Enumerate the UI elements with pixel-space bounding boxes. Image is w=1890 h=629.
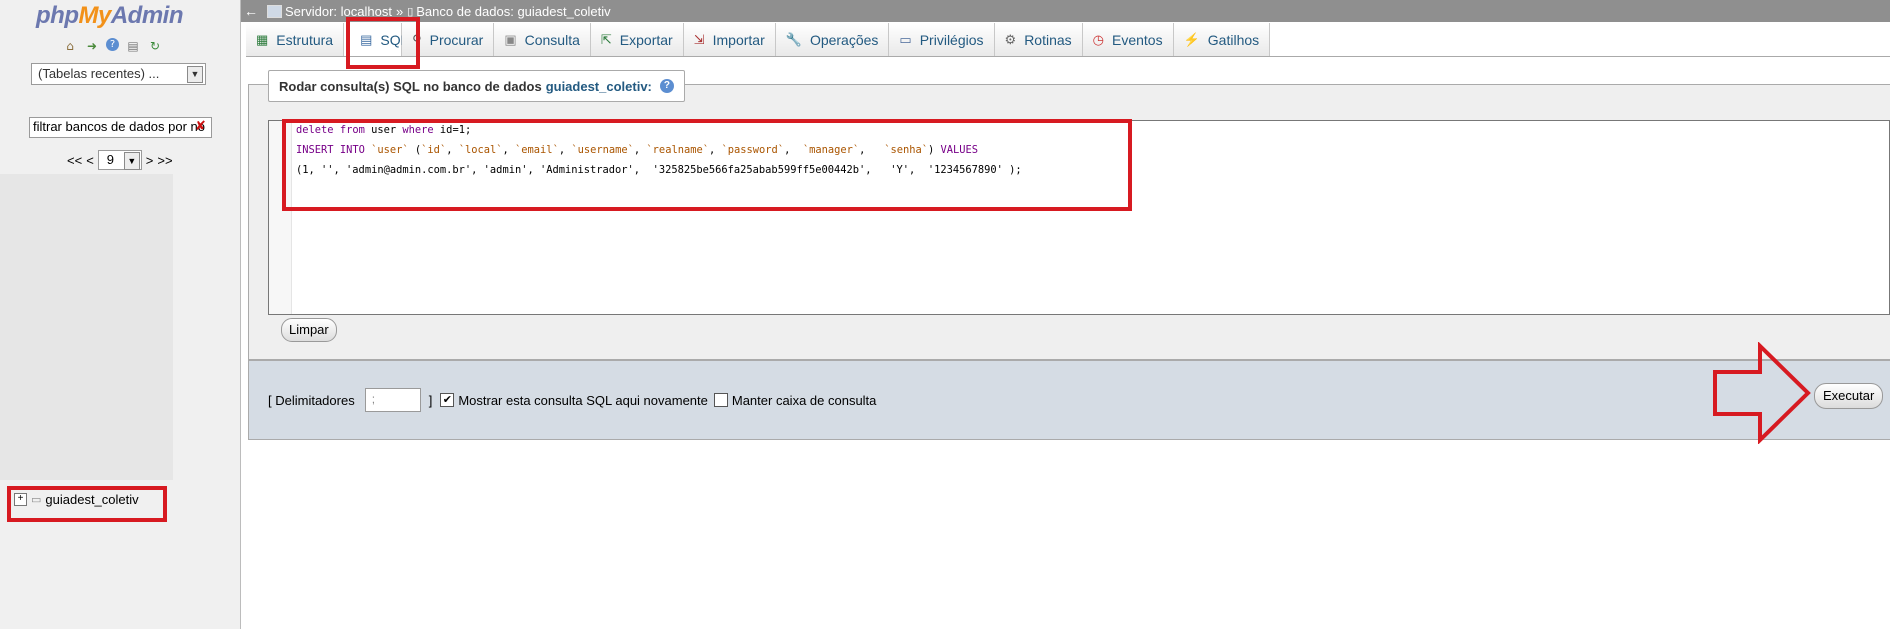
collapse-arrow-icon[interactable]: ← <box>241 3 261 19</box>
tab-operacoes[interactable]: 🔧 Operações <box>775 23 890 57</box>
recent-tables-select[interactable]: (Tabelas recentes) ... ▼ <box>31 63 206 85</box>
query-icon: ▣ <box>504 32 517 47</box>
navigation-panel: phpMyAdmin ⌂ ➜ ? ▤ ↻ (Tabelas recentes) … <box>0 0 241 629</box>
home-icon[interactable]: ⌂ <box>62 38 78 54</box>
pager-page-select[interactable]: 9 ▼ <box>97 150 142 170</box>
tab-consulta[interactable]: ▣ Consulta <box>494 23 591 57</box>
clear-button[interactable]: Limpar <box>281 318 337 342</box>
highlight-box-sql-code <box>282 119 1132 211</box>
help-icon[interactable]: ? <box>659 79 674 93</box>
highlight-box-database <box>7 486 167 522</box>
tab-importar[interactable]: ⇲ Importar <box>683 23 776 57</box>
pager-last[interactable]: >> <box>157 153 172 168</box>
clear-filter-icon[interactable]: ✘ <box>195 119 206 134</box>
show-again-label[interactable]: Mostrar esta consulta SQL aqui novamente <box>458 393 708 408</box>
tab-estrutura[interactable]: ▦ Estrutura <box>246 23 345 57</box>
execute-button[interactable]: Executar <box>1814 383 1884 409</box>
nav-icon-bar: ⌂ ➜ ? ▤ ↻ <box>62 38 163 54</box>
pager-prev[interactable]: < <box>86 153 94 168</box>
phpmyadmin-logo[interactable]: phpMyAdmin <box>36 2 184 30</box>
tab-bar-divider <box>246 56 1890 57</box>
highlight-box-sql-tab <box>346 17 420 69</box>
docs-icon[interactable]: ▤ <box>125 38 141 54</box>
clock-icon: ◷ <box>1092 32 1104 47</box>
legend-database: guiadest_coletiv: <box>545 78 652 94</box>
export-icon: ⇱ <box>600 32 612 47</box>
chevron-down-icon[interactable]: ▼ <box>187 66 203 83</box>
routines-icon: ⚙ <box>1004 32 1017 47</box>
tab-gatilhos[interactable]: ⚡ Gatilhos <box>1173 23 1271 57</box>
sql-options: [ Delimitadores ; ] ✔ Mostrar esta consu… <box>268 388 876 412</box>
database-tree-area <box>0 174 173 480</box>
sql-query-legend: Rodar consulta(s) SQL no banco de dados … <box>268 70 685 102</box>
pager-next[interactable]: > <box>146 153 154 168</box>
tab-eventos[interactable]: ◷ Eventos <box>1082 23 1174 57</box>
highlight-arrow-icon <box>1713 342 1811 444</box>
legend-text: Rodar consulta(s) SQL no banco de dados <box>279 78 542 94</box>
database-icon: ▯ <box>407 5 414 18</box>
tab-exportar[interactable]: ⇱ Exportar <box>590 23 684 57</box>
database-pager: << < 9 ▼ > >> <box>67 150 173 170</box>
privileges-icon: ▭ <box>899 32 912 47</box>
delimiters-close: ] <box>428 392 433 408</box>
filter-databases-input[interactable]: filtrar bancos de dados por no <box>29 117 212 138</box>
keep-box-checkbox[interactable] <box>713 393 728 407</box>
breadcrumb: ← Servidor: localhost » ▯ Banco de dados… <box>241 0 1890 22</box>
import-icon: ⇲ <box>693 32 705 47</box>
reload-icon[interactable]: ↻ <box>147 38 163 54</box>
delimiter-input[interactable]: ; <box>364 388 421 412</box>
wrench-icon: 🔧 <box>785 32 802 47</box>
logout-icon[interactable]: ➜ <box>84 38 100 54</box>
server-icon <box>267 4 282 18</box>
keep-box-label[interactable]: Manter caixa de consulta <box>732 393 877 408</box>
structure-icon: ▦ <box>256 32 269 47</box>
tab-privilegios[interactable]: ▭ Privilégios <box>889 23 995 57</box>
show-again-checkbox[interactable]: ✔ <box>440 393 455 407</box>
chevron-down-icon[interactable]: ▼ <box>123 152 140 170</box>
help-icon[interactable]: ? <box>106 38 119 51</box>
pager-first[interactable]: << <box>67 153 82 168</box>
recent-tables-value: (Tabelas recentes) ... <box>38 66 160 81</box>
pager-page-value: 9 <box>106 152 115 167</box>
triggers-icon: ⚡ <box>1183 32 1200 47</box>
tab-rotinas[interactable]: ⚙ Rotinas <box>994 23 1083 57</box>
delimiters-label: [ Delimitadores <box>268 392 355 408</box>
breadcrumb-database[interactable]: Banco de dados: guiadest_coletiv <box>416 4 610 19</box>
